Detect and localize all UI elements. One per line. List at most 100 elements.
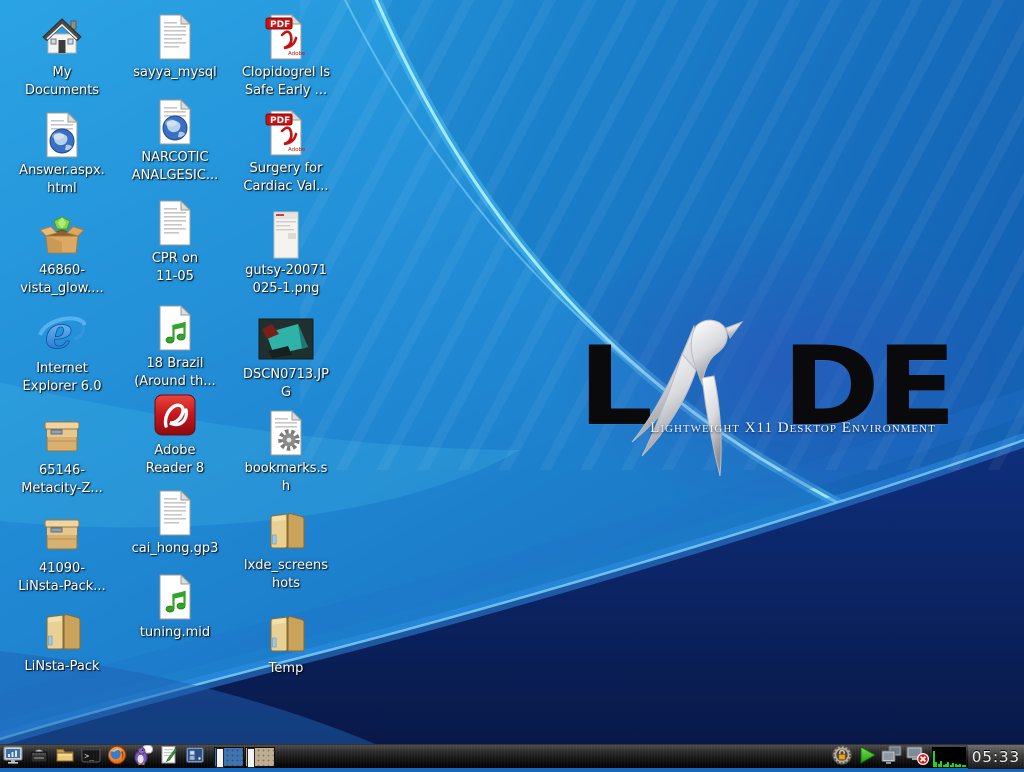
desktop-icon-label-line: gutsy-20071 [245,262,327,280]
html-file-icon [151,97,199,147]
desktop-icon-label-line: Answer.aspx. [19,162,105,180]
clock[interactable]: 05:33 [968,745,1024,769]
desktop-icon-label-line: CPR on [152,250,198,268]
desktop-icon-label-line: hots [244,575,328,593]
desktop-icon-label: 18 Brazil(Around th... [134,355,216,391]
monitor-error-icon [904,744,930,770]
desktop-icon-label-line: lxde_screens [244,557,328,575]
desktop-icon-label-line: Surgery for [243,160,328,178]
desktop-icon-label: CPR on11-05 [152,250,198,286]
launcher-firefox[interactable] [106,746,128,768]
workspace-1-active[interactable] [214,747,244,767]
desktop-icon-label-line: h [245,478,328,496]
desktop-icon-label-line: tuning.mid [140,624,210,642]
desktop-icon-label-line: vista_glow.... [20,280,103,298]
tray-network-offline[interactable] [905,746,929,768]
svg-text:e: e [45,309,73,357]
pager-mini-window [247,748,255,768]
desktop-icon-label-line: Reader 8 [146,460,204,478]
desktop-icon-label-line: Documents [25,82,99,100]
desktop-icon-grid: MyDocuments Answer.aspx.html 46860-vista_g… [0,0,1024,768]
desktop-icon-label-line: LiNsta-Pack [24,658,99,676]
desktop-icon-surgery-for-cardiac-val[interactable]: PDFAdobeSurgery forCardiac Val... [234,108,338,196]
desktop-icon-label: Answer.aspx.html [19,162,105,198]
desktop-icon-label: 65146-Metacity-Z... [21,462,103,498]
workspace-2[interactable] [245,747,275,767]
desktop-icon-41090-linsta-pack[interactable]: 41090-LiNsta-Pack... [10,508,114,596]
launcher-system-monitor[interactable] [2,746,24,768]
desktop-icon-internet-explorer-6-0[interactable]: eInternetExplorer 6.0 [10,308,114,396]
desktop-icon-temp[interactable]: Temp [234,608,338,678]
pdf-icon: PDFAdobe [262,108,310,158]
desktop-icon-tuning-mid[interactable]: tuning.mid [123,572,227,642]
firefox-icon [107,745,127,769]
desktop-icon-18-brazil-around-th[interactable]: 18 Brazil(Around th... [123,303,227,391]
open-box-icon [38,210,86,260]
launcher-bar: >_ [2,746,210,768]
launcher-desktop-settings[interactable] [184,746,206,768]
tray-screensaver-lock[interactable] [830,746,854,768]
ie-icon: e [38,308,86,358]
text-editor-icon [159,745,179,769]
svg-text:Adobe: Adobe [288,51,306,57]
desktop-icon-label: NARCOTICANALGESIC... [132,149,219,185]
desktop-icon-label: 46860-vista_glow.... [20,262,103,298]
monitors-icon [880,744,904,770]
terminal-icon: >_ [81,745,101,769]
desktop-icon-my-documents[interactable]: MyDocuments [10,12,114,100]
desktop-icon-label-line: ANALGESIC... [132,167,219,185]
desktop-icon-narcotic-analgesic[interactable]: NARCOTICANALGESIC... [123,97,227,185]
desktop-icon-cai-hong-gp3[interactable]: cai_hong.gp3 [123,488,227,558]
desktop-icon-bookmarks-sh[interactable]: bookmarks.sh [234,408,338,496]
desktop-icon-label-line: 11-05 [152,268,198,286]
package-icon [38,508,86,558]
svg-text:PDF: PDF [270,116,290,126]
desktop-icon-label: MyDocuments [25,64,99,100]
svg-text:PDF: PDF [270,20,290,30]
desktop-icon-cpr-on-11-05[interactable]: CPR on11-05 [123,198,227,286]
text-file-icon [151,488,199,538]
launcher-pidgin-messenger[interactable] [132,746,154,768]
launcher-text-editor[interactable] [158,746,180,768]
system-tray [830,746,930,768]
desktop-icon-label-line: Internet [23,360,102,378]
image-thumb-icon [262,210,310,260]
desktop-icon-label-line: sayya_mysql [133,64,217,82]
desktop-icon-sayya-mysql[interactable]: sayya_mysql [123,12,227,82]
desktop-icon-dscn0713-jpg[interactable]: DSCN0713.JPG [234,314,338,402]
desktop-icon-label-line: NARCOTIC [132,149,219,167]
task-list-area [276,745,830,769]
desktop-icon-label: Surgery forCardiac Val... [243,160,328,196]
desktop-icon-label: DSCN0713.JPG [243,366,329,402]
tray-volume[interactable] [855,746,879,768]
tray-network-connections[interactable] [880,746,904,768]
desktop-icon-linsta-pack[interactable]: LiNsta-Pack [10,606,114,676]
launcher-printer[interactable] [28,746,50,768]
desktop-icon-label: cai_hong.gp3 [132,540,219,558]
cpu-monitor [932,747,966,767]
desktop-icon-46860-vista-glow[interactable]: 46860-vista_glow.... [10,210,114,298]
launcher-terminal[interactable]: >_ [80,746,102,768]
desktop-icon-label-line: Cardiac Val... [243,178,328,196]
desktop-icon-label-line: bookmarks.s [245,460,328,478]
printer-icon [29,745,49,769]
desktop-icon-label-line: Metacity-Z... [21,480,103,498]
desktop-icon-label-line: Clopidogrel Is [242,64,330,82]
gear-lock-icon [831,744,853,770]
desktop-icon-label: sayya_mysql [133,64,217,82]
launcher-file-manager[interactable] [54,746,76,768]
desktop-icon-label-line: Safe Early ... [242,82,330,100]
green-play-icon [856,744,878,770]
desktop-icon-label-line: My [25,64,99,82]
desktop-icon-65146-metacity-z[interactable]: 65146-Metacity-Z... [10,410,114,498]
desktop-icon-adobe-reader-8[interactable]: AdobeReader 8 [123,390,227,478]
desktop-icon-lxde-screenshots[interactable]: lxde_screenshots [234,505,338,593]
svg-text:>_: >_ [84,751,94,760]
desktop-icon-answer-aspx-html[interactable]: Answer.aspx.html [10,110,114,198]
text-file-icon [151,12,199,62]
desktop-icon-label-line: DSCN0713.JP [243,366,329,384]
desktop-icon-clopidogrel-is-safe-early[interactable]: PDF Adobe Clopidogrel IsSafe Early ... [234,12,338,100]
folder-launcher-icon [55,745,75,769]
desktop-icon-gutsy-20071025-1-png[interactable]: gutsy-20071025-1.png [234,210,338,298]
desktop-icon-label: AdobeReader 8 [146,442,204,478]
